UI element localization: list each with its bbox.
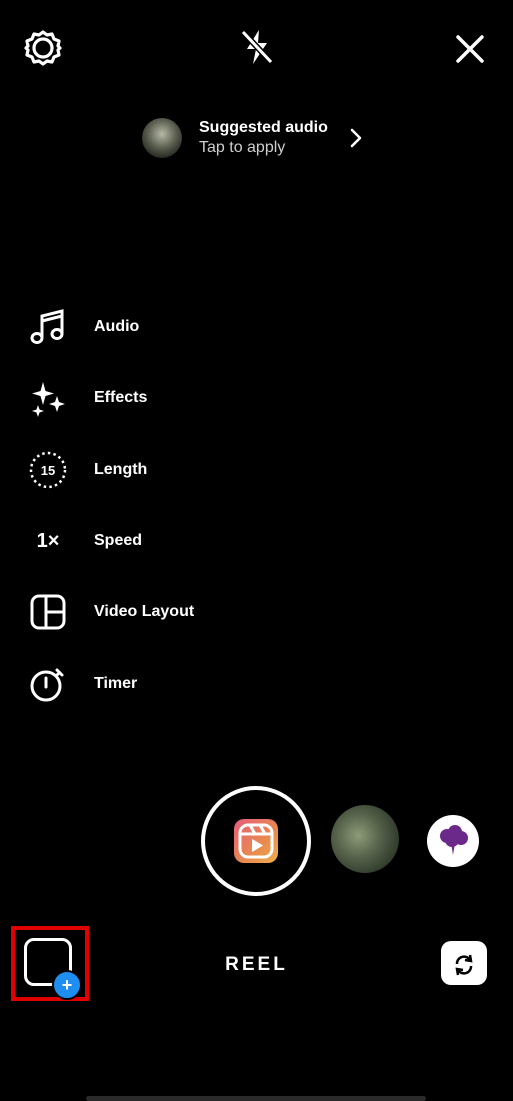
flip-camera-button[interactable] <box>441 941 487 985</box>
flash-button[interactable] <box>237 27 277 67</box>
effect-thumbnail[interactable] <box>427 815 479 867</box>
sparkles-icon <box>28 378 68 418</box>
menu-effects-label: Effects <box>94 389 148 406</box>
camera-mode-label[interactable]: REEL <box>0 954 513 976</box>
menu-length-label: Length <box>94 461 148 478</box>
settings-button[interactable] <box>24 29 62 67</box>
home-indicator <box>86 1096 426 1101</box>
length-timer-icon: 15 <box>28 450 68 490</box>
suggested-audio[interactable]: Suggested audio Tap to apply <box>142 114 364 162</box>
stopwatch-icon <box>28 664 68 704</box>
menu-video-layout-label: Video Layout <box>94 603 195 620</box>
gear-icon <box>24 30 62 66</box>
menu-audio[interactable]: Audio <box>28 307 139 347</box>
close-button[interactable] <box>452 31 488 67</box>
menu-effects[interactable]: Effects <box>28 378 147 418</box>
menu-speed-label: Speed <box>94 532 143 549</box>
flash-off-icon <box>240 29 274 65</box>
record-button[interactable] <box>201 786 311 896</box>
menu-timer[interactable]: Timer <box>28 664 137 704</box>
menu-length[interactable]: 15 Length <box>28 450 147 490</box>
suggested-audio-subtitle: Tap to apply <box>199 139 286 156</box>
speed-value: 1× <box>36 529 60 552</box>
effect-thumbnail[interactable] <box>331 805 399 873</box>
flip-camera-icon <box>448 949 480 977</box>
suggested-audio-title: Suggested audio <box>199 119 328 136</box>
chevron-right-icon <box>350 128 362 148</box>
menu-audio-label: Audio <box>94 318 140 335</box>
layout-icon <box>28 592 68 632</box>
menu-timer-label: Timer <box>94 675 138 692</box>
speed-icon: 1× <box>28 521 68 561</box>
close-icon <box>456 35 484 63</box>
music-note-icon <box>28 307 68 347</box>
reels-icon <box>234 819 278 863</box>
tree-icon <box>440 825 468 855</box>
menu-speed[interactable]: 1× Speed <box>28 521 142 561</box>
length-value: 15 <box>40 462 56 478</box>
menu-video-layout[interactable]: Video Layout <box>28 592 194 632</box>
suggested-audio-thumbnail <box>142 118 182 158</box>
